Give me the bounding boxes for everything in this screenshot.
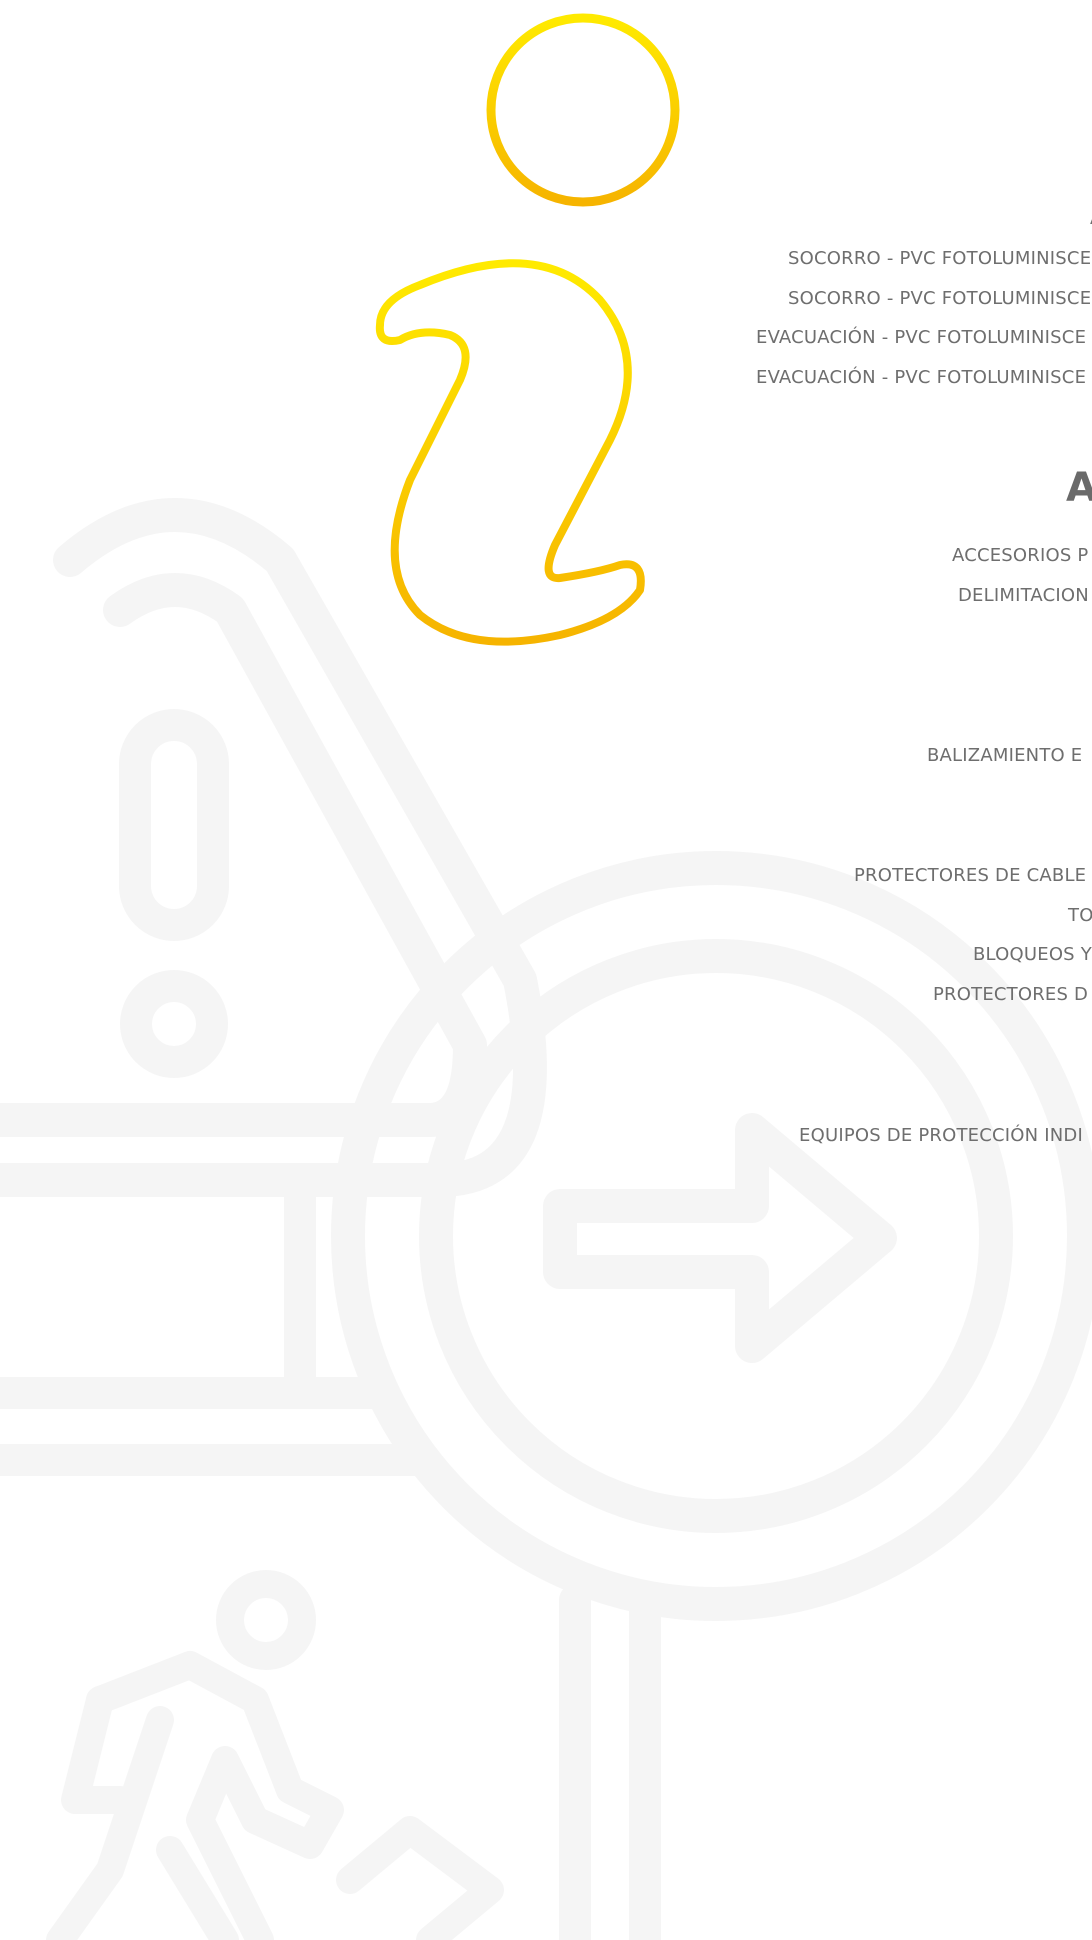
menu-item-evacuacion-2[interactable]: EVACUACIÓN - PVC FOTOLUMINISCE — [756, 369, 1086, 387]
menu-item-protectores-cables[interactable]: PROTECTORES DE CABLE — [854, 867, 1086, 885]
page: A SOCORRO - PVC FOTOLUMINISCE SOCORRO - … — [0, 0, 1092, 1940]
menu-item-evacuacion-1[interactable]: EVACUACIÓN - PVC FOTOLUMINISCE — [756, 329, 1086, 347]
menu-item-accesorios[interactable]: ACCESORIOS P — [952, 547, 1089, 565]
menu-item-balizamiento[interactable]: BALIZAMIENTO E — [927, 747, 1082, 765]
menu-item-bloqueos[interactable]: BLOQUEOS Y — [973, 946, 1092, 964]
menu-item-protectores-d[interactable]: PROTECTORES D — [933, 986, 1088, 1004]
menu-item-socorro-1[interactable]: SOCORRO - PVC FOTOLUMINISCE — [788, 250, 1091, 268]
menu-item-equipos[interactable]: EQUIPOS DE PROTECCIÓN INDI — [799, 1127, 1083, 1145]
pedestrian-icon — [46, 1570, 504, 1940]
menu-item-delimitacion[interactable]: DELIMITACION — [958, 587, 1089, 605]
menu-item-to[interactable]: TO — [1068, 907, 1092, 925]
info-icon — [375, 13, 680, 646]
menu-heading-a[interactable]: A — [1066, 468, 1092, 508]
menu-item-socorro-2[interactable]: SOCORRO - PVC FOTOLUMINISCE — [788, 290, 1091, 308]
